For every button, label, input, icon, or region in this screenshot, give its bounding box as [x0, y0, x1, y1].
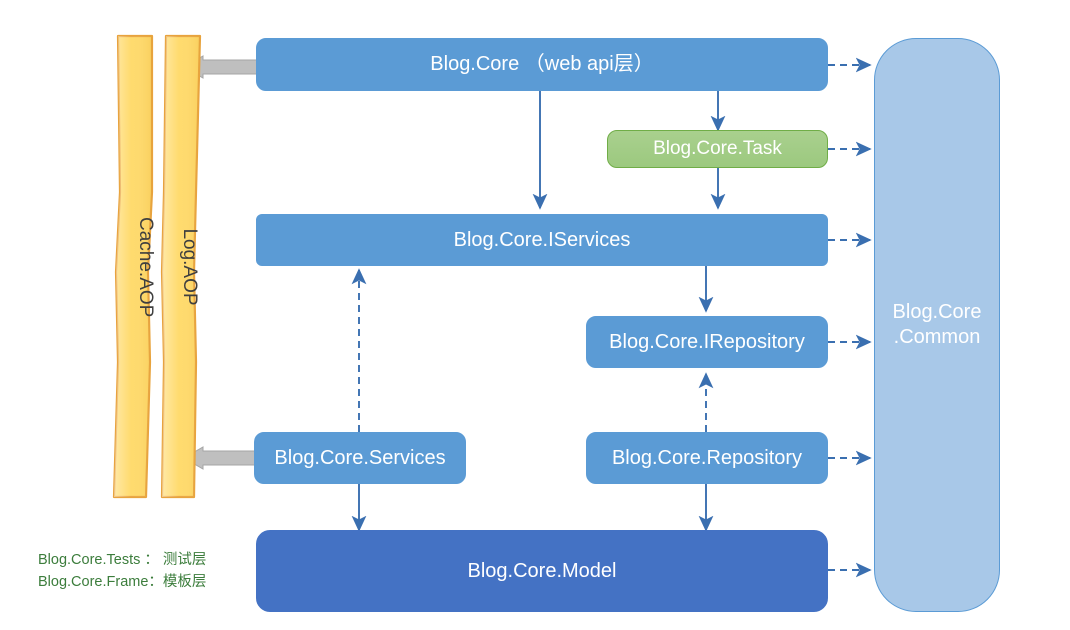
- node-label-line2: .Common: [893, 326, 981, 348]
- architecture-diagram-canvas: Cache.AOP Log.AOP Blog.Core （web api层） B…: [0, 0, 1070, 630]
- legend-item-frame: Blog.Core.Frame：模板层: [38, 574, 207, 591]
- node-blog-core-repository[interactable]: Blog.Core.Repository: [586, 432, 828, 484]
- node-blog-core-iservices[interactable]: Blog.Core.IServices: [256, 214, 828, 266]
- node-label: Blog.Core.Repository: [611, 446, 803, 469]
- node-label: Blog.Core.IServices: [453, 228, 631, 251]
- node-blog-core-common[interactable]: Blog.Core .Common: [874, 38, 1000, 612]
- cache-aop-label: Cache.AOP: [135, 217, 156, 318]
- node-label: Blog.Core.IRepository: [609, 330, 805, 353]
- node-label: Blog.Core.Task: [653, 138, 782, 160]
- node-label: Blog.Core.Model: [467, 559, 617, 582]
- node-label: Blog.Core （web api层）: [430, 53, 654, 75]
- legend: Blog.Core.Tests ： 测试层 Blog.Core.Frame：模板…: [38, 549, 206, 594]
- node-label: Blog.Core.Services: [274, 446, 446, 469]
- node-blog-core-webapi[interactable]: Blog.Core （web api层）: [256, 38, 828, 91]
- log-aop-label: Log.AOP: [179, 228, 200, 306]
- node-label-line1: Blog.Core: [892, 301, 982, 323]
- node-blog-core-model[interactable]: Blog.Core.Model: [256, 530, 828, 612]
- node-blog-core-services[interactable]: Blog.Core.Services: [254, 432, 466, 484]
- node-blog-core-task[interactable]: Blog.Core.Task: [607, 130, 828, 168]
- legend-item-tests: Blog.Core.Tests ： 测试层: [38, 552, 207, 568]
- node-blog-core-irepository[interactable]: Blog.Core.IRepository: [586, 316, 828, 368]
